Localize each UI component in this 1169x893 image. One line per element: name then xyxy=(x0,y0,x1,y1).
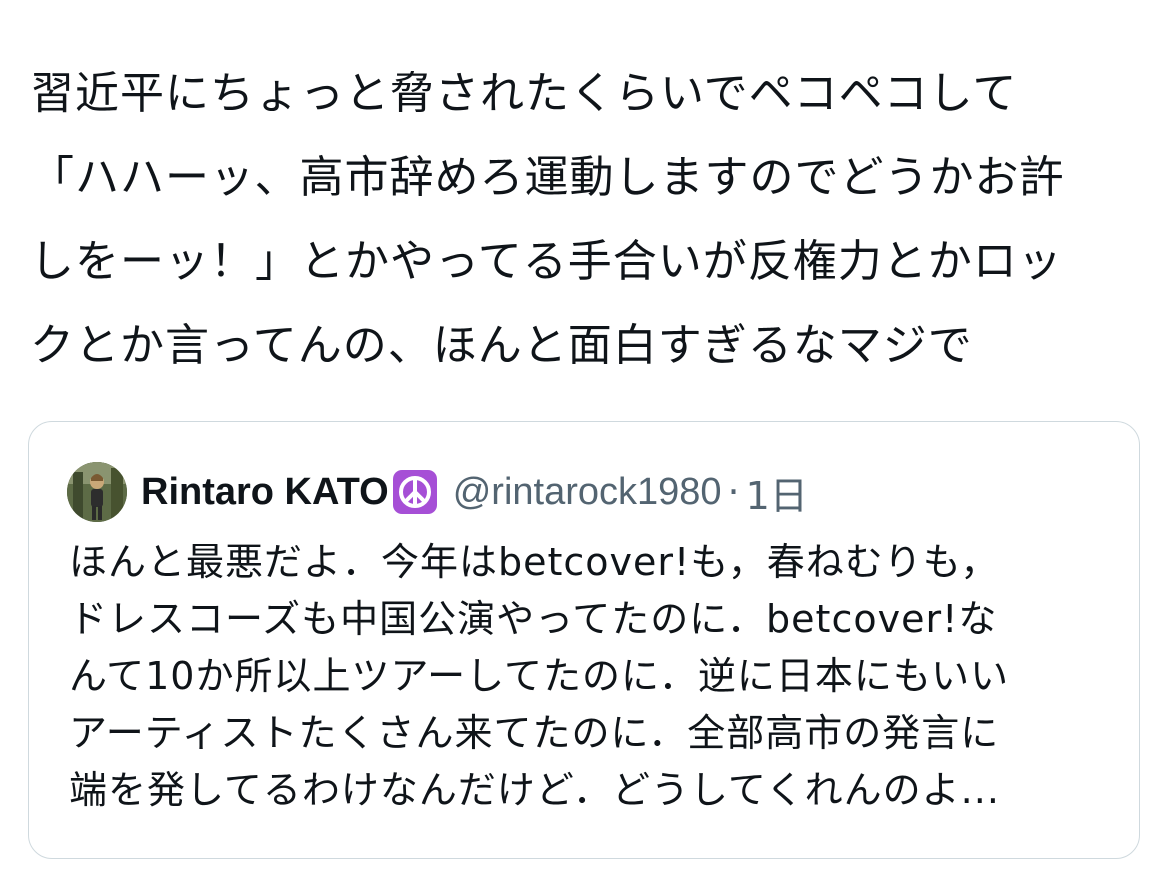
peace-symbol-icon xyxy=(392,470,437,514)
quoted-text-line: んて10か所以上ツアーしてたのに．逆に日本にもいい xyxy=(69,654,1010,698)
quoted-text-line: ドレスコーズも中国公演やってたのに．betcover!な xyxy=(69,597,998,641)
post-text-line: クとか言ってんの、ほんと面白すぎるなマジで xyxy=(30,320,973,371)
quoted-text-line: 端を発してるわけなんだけど．どうしてくれんのよ... xyxy=(69,768,1000,812)
avatar[interactable] xyxy=(67,462,127,522)
post-text-line: 習近平にちょっと脅されたくらいでペコペコして xyxy=(30,68,1018,119)
quoted-text-line: ほんと最悪だよ．今年はbetcover!も，春ねむりも， xyxy=(69,540,1000,584)
quoted-post-text: ほんと最悪だよ．今年はbetcover!も，春ねむりも， ドレスコーズも中国公演… xyxy=(69,534,1109,819)
post-text-line: しをーッ！」とかやってる手合いが反権力とかロッ xyxy=(30,236,1063,287)
quoted-post-card[interactable]: Rintaro KATO @rintarock1980 · 1日 ほんと最悪だよ… xyxy=(28,421,1140,859)
display-name[interactable]: Rintaro KATO xyxy=(141,471,389,514)
user-handle[interactable]: @rintarock1980 xyxy=(453,471,722,514)
post-text-line: 「ハハーッ、高市辞めろ運動しますのでどうかお許 xyxy=(30,152,1065,203)
post-text: 習近平にちょっと脅されたくらいでペコペコして 「ハハーッ、高市辞めろ運動しますの… xyxy=(30,52,1140,388)
post-timestamp[interactable]: 1日 xyxy=(746,465,808,520)
quoted-post-header: Rintaro KATO @rintarock1980 · 1日 xyxy=(67,462,808,522)
separator-dot: · xyxy=(727,470,740,514)
quoted-text-line: アーティストたくさん来てたのに．全部高市の発言に xyxy=(69,711,1000,755)
